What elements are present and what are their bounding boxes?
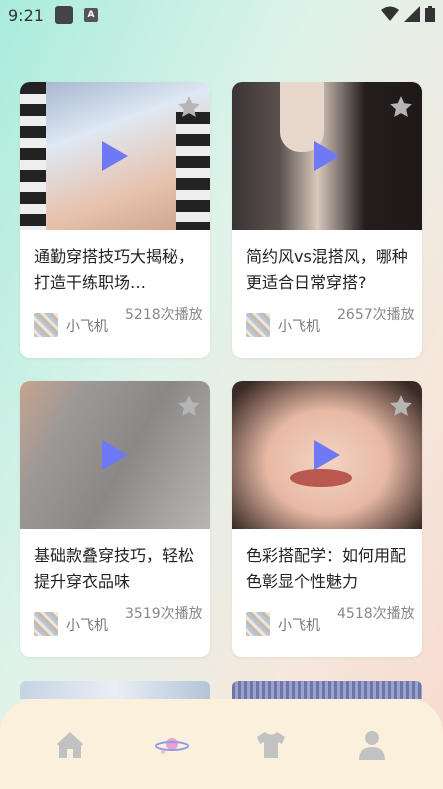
user-icon (359, 731, 385, 760)
video-card[interactable]: 通勤穿搭技巧大揭秘，打造干练职场… 小飞机 5218次播放 (20, 82, 210, 358)
play-icon[interactable] (314, 440, 340, 470)
video-meta: 小飞机 3519次播放 (34, 604, 204, 644)
video-card-partial[interactable] (232, 681, 422, 699)
video-card[interactable]: 简约风vs混搭风，哪种更适合日常穿搭? 小飞机 2657次播放 (232, 82, 422, 358)
author-name: 小飞机 (66, 319, 108, 335)
video-meta: 小飞机 2657次播放 (246, 305, 416, 345)
video-title: 通勤穿搭技巧大揭秘，打造干练职场… (34, 247, 195, 292)
nav-wardrobe[interactable] (251, 725, 291, 765)
video-title: 色彩搭配学：如何用配色彰显个性魅力 (246, 546, 407, 591)
author-name: 小飞机 (278, 319, 320, 335)
author-avatar[interactable] (34, 313, 58, 337)
app-notification-icon (55, 6, 73, 24)
play-icon[interactable] (102, 141, 128, 171)
wifi-icon (381, 6, 399, 21)
notification-a-icon: A (84, 8, 98, 22)
nav-home[interactable] (50, 725, 90, 765)
favorite-star-icon[interactable] (176, 393, 202, 419)
play-icon[interactable] (102, 440, 128, 470)
favorite-star-icon[interactable] (388, 393, 414, 419)
play-icon[interactable] (314, 141, 340, 171)
video-title: 简约风vs混搭风，哪种更适合日常穿搭? (246, 247, 408, 292)
video-meta: 小飞机 5218次播放 (34, 305, 204, 345)
signal-icon (404, 6, 420, 22)
video-card[interactable]: 色彩搭配学：如何用配色彰显个性魅力 小飞机 4518次播放 (232, 381, 422, 657)
bottom-navigation (0, 699, 443, 789)
author-name: 小飞机 (66, 618, 108, 634)
battery-icon (425, 6, 435, 22)
play-count: 2657次播放 (337, 307, 415, 323)
video-title: 基础款叠穿技巧，轻松提升穿衣品味 (34, 546, 195, 591)
video-thumbnail[interactable] (20, 381, 210, 529)
nav-profile[interactable] (352, 725, 392, 765)
nav-explore[interactable] (152, 725, 192, 765)
author-avatar[interactable] (34, 612, 58, 636)
video-thumbnail[interactable] (20, 82, 210, 230)
status-bar: 9:21 A (0, 0, 443, 32)
home-icon (57, 732, 83, 758)
video-meta: 小飞机 4518次播放 (246, 604, 416, 644)
author-avatar[interactable] (246, 313, 270, 337)
video-thumbnail[interactable] (232, 381, 422, 529)
author-name: 小飞机 (278, 618, 320, 634)
favorite-star-icon[interactable] (176, 94, 202, 120)
video-card[interactable]: 基础款叠穿技巧，轻松提升穿衣品味 小飞机 3519次播放 (20, 381, 210, 657)
play-count: 3519次播放 (125, 606, 203, 622)
status-time: 9:21 (8, 6, 44, 25)
video-thumbnail[interactable] (232, 82, 422, 230)
tshirt-icon (257, 732, 285, 758)
planet-icon (155, 738, 189, 754)
favorite-star-icon[interactable] (388, 94, 414, 120)
video-card-partial[interactable] (20, 681, 210, 699)
author-avatar[interactable] (246, 612, 270, 636)
play-count: 4518次播放 (337, 606, 415, 622)
play-count: 5218次播放 (125, 307, 203, 323)
